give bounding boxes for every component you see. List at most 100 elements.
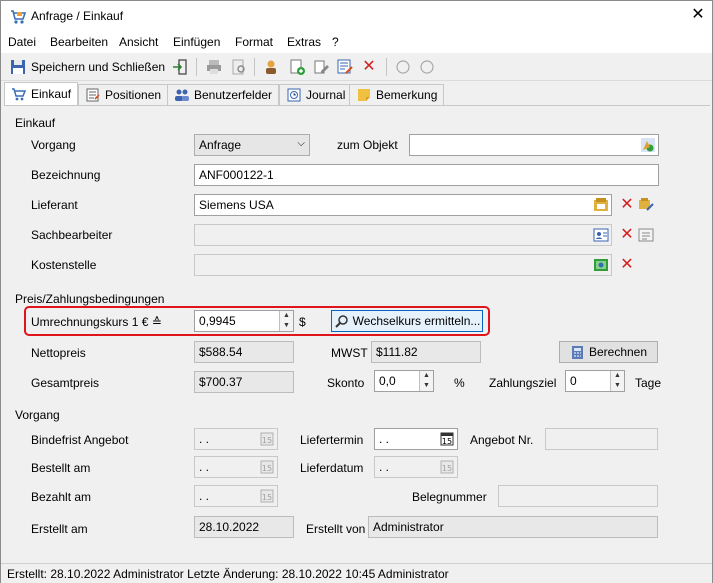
calendar-icon[interactable]: 15 <box>439 431 455 447</box>
clear-kostenstelle-button[interactable]: ✕ <box>619 257 635 273</box>
berechnen-button[interactable]: Berechnen <box>559 341 658 363</box>
calendar-icon[interactable]: 15 <box>259 488 275 504</box>
sachbearbeiter-field[interactable] <box>194 224 612 246</box>
lieferant-value: Siemens USA <box>199 198 274 212</box>
chevron-down-icon: ⌵ <box>297 138 305 149</box>
menu-einfuegen[interactable]: Einfügen <box>173 35 220 49</box>
new-document-icon[interactable] <box>288 58 306 76</box>
tab-bemerkung[interactable]: Bemerkung <box>349 84 445 105</box>
stepper-up-icon[interactable]: ▲ <box>611 371 624 381</box>
menu-format[interactable]: Format <box>235 35 273 49</box>
vorgang-label: Vorgang <box>31 138 76 152</box>
status-bar: Erstellt: 28.10.2022 Administrator Letzt… <box>1 563 712 583</box>
lieferdatum-date[interactable]: . . 15 <box>374 456 458 478</box>
delete-icon[interactable]: ✕ <box>361 59 377 75</box>
save-close-button[interactable]: Speichern und Schließen <box>9 56 165 78</box>
save-close-label: Speichern und Schließen <box>31 60 166 74</box>
skonto-label: Skonto <box>327 376 365 390</box>
zahlungsziel-label: Zahlungsziel <box>489 376 557 390</box>
umrechnungskurs-stepper[interactable]: ▲ ▼ <box>279 311 293 331</box>
object-picker-icon[interactable] <box>640 137 656 153</box>
skonto-input[interactable]: 0,0 ▲ ▼ <box>374 370 434 392</box>
tab-positionen[interactable]: Positionen <box>78 84 169 105</box>
angebot-nr-field[interactable] <box>545 428 658 450</box>
menu-extras[interactable]: Extras <box>287 35 321 49</box>
liefertermin-date[interactable]: . . 15 <box>374 428 458 450</box>
close-window-button[interactable]: ✕ <box>687 5 709 25</box>
zahlungsziel-input[interactable]: 0 ▲ ▼ <box>565 370 625 392</box>
application-window: Anfrage / Einkauf ✕ Datei Bearbeiten Ans… <box>0 0 713 583</box>
kostenstelle-field[interactable] <box>194 254 612 276</box>
print-icon[interactable] <box>205 58 223 76</box>
erstellt-von-field: Administrator <box>368 516 658 538</box>
cost-center-icon[interactable] <box>593 257 609 273</box>
erstellt-am-field: 28.10.2022 <box>194 516 294 538</box>
stepper-down-icon[interactable]: ▼ <box>420 381 433 391</box>
tage-label: Tage <box>635 376 662 390</box>
section-einkauf-title: Einkauf <box>15 116 56 130</box>
clear-lieferant-button[interactable]: ✕ <box>619 197 635 213</box>
toolbar: Speichern und Schließen ✕ <box>1 53 712 81</box>
section-preis-title: Preis/Zahlungsbedingungen <box>15 292 165 306</box>
stepper-up-icon[interactable]: ▲ <box>280 311 293 321</box>
stepper-down-icon[interactable]: ▼ <box>280 321 293 331</box>
tab-label: Einkauf <box>31 87 72 101</box>
calculator-icon <box>571 345 583 359</box>
tab-label: Benutzerfelder <box>194 88 273 102</box>
stepper-up-icon[interactable]: ▲ <box>420 371 433 381</box>
toolbar-divider <box>196 58 197 76</box>
supplier-picker-icon[interactable] <box>593 197 609 213</box>
contact-list-icon[interactable] <box>638 227 655 244</box>
tab-journal[interactable]: Journal <box>279 84 353 105</box>
vorgang-select[interactable]: Anfrage ⌵ <box>194 134 310 156</box>
bezeichnung-value: ANF000122-1 <box>199 168 274 182</box>
clear-sachbearbeiter-button[interactable]: ✕ <box>619 227 635 243</box>
zum-objekt-field[interactable] <box>409 134 659 156</box>
menu-bearbeiten[interactable]: Bearbeiten <box>50 35 108 49</box>
tab-label: Positionen <box>105 88 162 102</box>
exit-icon[interactable] <box>171 58 189 76</box>
calendar-icon[interactable]: 15 <box>439 459 455 475</box>
stepper-down-icon[interactable]: ▼ <box>611 381 624 391</box>
person-add-icon[interactable] <box>263 58 281 76</box>
menu-ansicht[interactable]: Ansicht <box>119 35 158 49</box>
print-preview-icon[interactable] <box>230 58 248 76</box>
currency-symbol: $ <box>299 315 306 329</box>
tab-einkauf[interactable]: Einkauf <box>4 82 79 105</box>
edit-icon[interactable] <box>312 58 330 76</box>
bezahlt-date[interactable]: . . 15 <box>194 485 278 507</box>
tab-bar: Einkauf Positionen Benutzerfelder Journa… <box>1 81 712 105</box>
umrechnungskurs-input[interactable]: 0,9945 ▲ ▼ <box>194 310 294 332</box>
positions-list-icon <box>86 88 100 102</box>
record-next-icon[interactable] <box>418 58 436 76</box>
menu-help[interactable]: ? <box>332 35 339 49</box>
bindefrist-date[interactable]: . . 15 <box>194 428 278 450</box>
bezahlt-value: . . <box>199 489 210 503</box>
skonto-stepper[interactable]: ▲ ▼ <box>419 371 433 391</box>
zum-objekt-label: zum Objekt <box>337 138 398 152</box>
lieferant-field[interactable]: Siemens USA <box>194 194 612 216</box>
tab-benutzerfelder[interactable]: Benutzerfelder <box>167 84 280 105</box>
mwst-value: $111.82 <box>376 345 418 359</box>
note-icon <box>358 89 370 101</box>
nettopreis-value: $588.54 <box>199 345 243 359</box>
contact-card-icon[interactable] <box>593 227 609 243</box>
app-icon <box>11 10 27 24</box>
supplier-edit-icon[interactable] <box>638 196 655 213</box>
calendar-icon[interactable]: 15 <box>259 459 275 475</box>
zahlungsziel-stepper[interactable]: ▲ ▼ <box>610 371 624 391</box>
calendar-icon[interactable]: 15 <box>259 431 275 447</box>
percent-symbol: % <box>454 376 465 390</box>
lieferant-label: Lieferant <box>31 198 78 212</box>
record-previous-icon[interactable] <box>394 58 412 76</box>
bestellt-date[interactable]: . . 15 <box>194 456 278 478</box>
belegnummer-field[interactable] <box>498 485 658 507</box>
wechselkurs-ermitteln-button[interactable]: Wechselkurs ermitteln... <box>331 310 483 332</box>
angebot-nr-label: Angebot Nr. <box>470 433 534 447</box>
menu-datei[interactable]: Datei <box>8 35 36 49</box>
edit-list-icon[interactable] <box>336 58 354 76</box>
sachbearbeiter-label: Sachbearbeiter <box>31 228 113 242</box>
bezeichnung-input[interactable]: ANF000122-1 <box>194 164 659 186</box>
bestellt-label: Bestellt am <box>31 461 91 475</box>
berechnen-button-label: Berechnen <box>588 345 648 359</box>
